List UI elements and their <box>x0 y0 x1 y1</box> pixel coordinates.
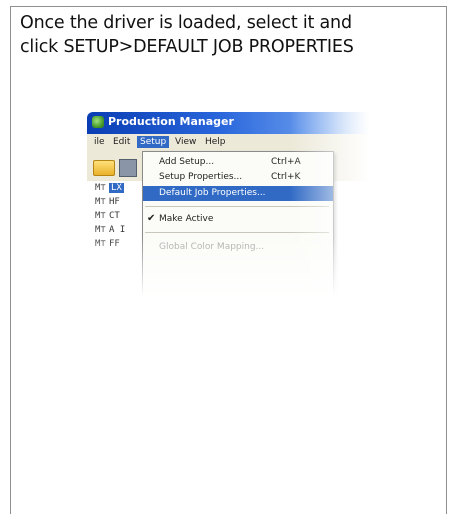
printer-icon: M⊤ <box>95 197 106 207</box>
app-icon <box>92 116 104 128</box>
printer-icon: M⊤ <box>95 183 106 193</box>
tree-row-label: CT <box>109 211 120 221</box>
menu-item-setup-properties[interactable]: Setup Properties... Ctrl+K <box>143 170 333 185</box>
window-title: Production Manager <box>108 115 234 128</box>
setup-dropdown-menu: Add Setup... Ctrl+A Setup Properties... … <box>142 151 334 297</box>
instruction-text: Once the driver is loaded, select it and… <box>20 11 440 59</box>
menu-edit[interactable]: Edit <box>110 136 133 148</box>
menu-separator <box>145 206 329 207</box>
menu-item-shortcut: Ctrl+K <box>271 172 301 182</box>
save-icon[interactable] <box>119 159 137 177</box>
menu-item-add-setup[interactable]: Add Setup... Ctrl+A <box>143 155 333 170</box>
instruction-line-1: Once the driver is loaded, select it and <box>20 13 352 33</box>
printer-icon: M⊤ <box>95 239 106 249</box>
menu-view[interactable]: View <box>172 136 199 148</box>
printer-icon: M⊤ <box>95 211 106 221</box>
open-folder-icon[interactable] <box>93 160 115 176</box>
menu-item-label: Setup Properties... <box>159 172 243 182</box>
menu-separator <box>145 232 329 233</box>
menu-item-label: Global Color Mapping... <box>159 242 265 252</box>
tree-row[interactable]: M⊤ HF <box>95 197 120 211</box>
menu-item-label: Add Setup... <box>159 157 215 167</box>
menu-item-label: Make Active <box>159 214 214 224</box>
menu-item-shortcut: Ctrl+A <box>271 157 301 167</box>
tree-row[interactable]: M⊤ FF <box>95 239 120 253</box>
menu-bar: ile Edit Setup View Help <box>87 134 370 151</box>
menu-item-default-job-properties[interactable]: Default Job Properties... <box>143 186 333 201</box>
tree-row-label: LX <box>109 183 124 193</box>
instruction-card: Once the driver is loaded, select it and… <box>10 6 447 514</box>
checkmark-icon: ✔ <box>147 213 156 224</box>
tree-row-label: HF <box>109 197 120 207</box>
tree-row[interactable]: M⊤ A I <box>95 225 125 239</box>
tree-row-label: FF <box>109 239 120 249</box>
menu-help[interactable]: Help <box>202 136 229 148</box>
instruction-line-2: click SETUP>DEFAULT JOB PROPERTIES <box>20 37 354 57</box>
tree-row[interactable]: M⊤ LX <box>95 183 124 197</box>
tree-row[interactable]: M⊤ CT <box>95 211 120 225</box>
menu-item-make-active[interactable]: ✔ Make Active <box>143 212 333 227</box>
production-manager-screenshot: Production Manager ile Edit Setup View H… <box>85 107 370 297</box>
tree-row-label: A I <box>109 225 126 235</box>
menu-file[interactable]: ile <box>91 136 108 148</box>
menu-item-global-color-mapping: Global Color Mapping... <box>143 240 333 255</box>
title-bar: Production Manager <box>87 112 370 134</box>
menu-item-label: Default Job Properties... <box>159 188 266 198</box>
menu-setup[interactable]: Setup <box>137 136 170 148</box>
printer-icon: M⊤ <box>95 225 106 235</box>
